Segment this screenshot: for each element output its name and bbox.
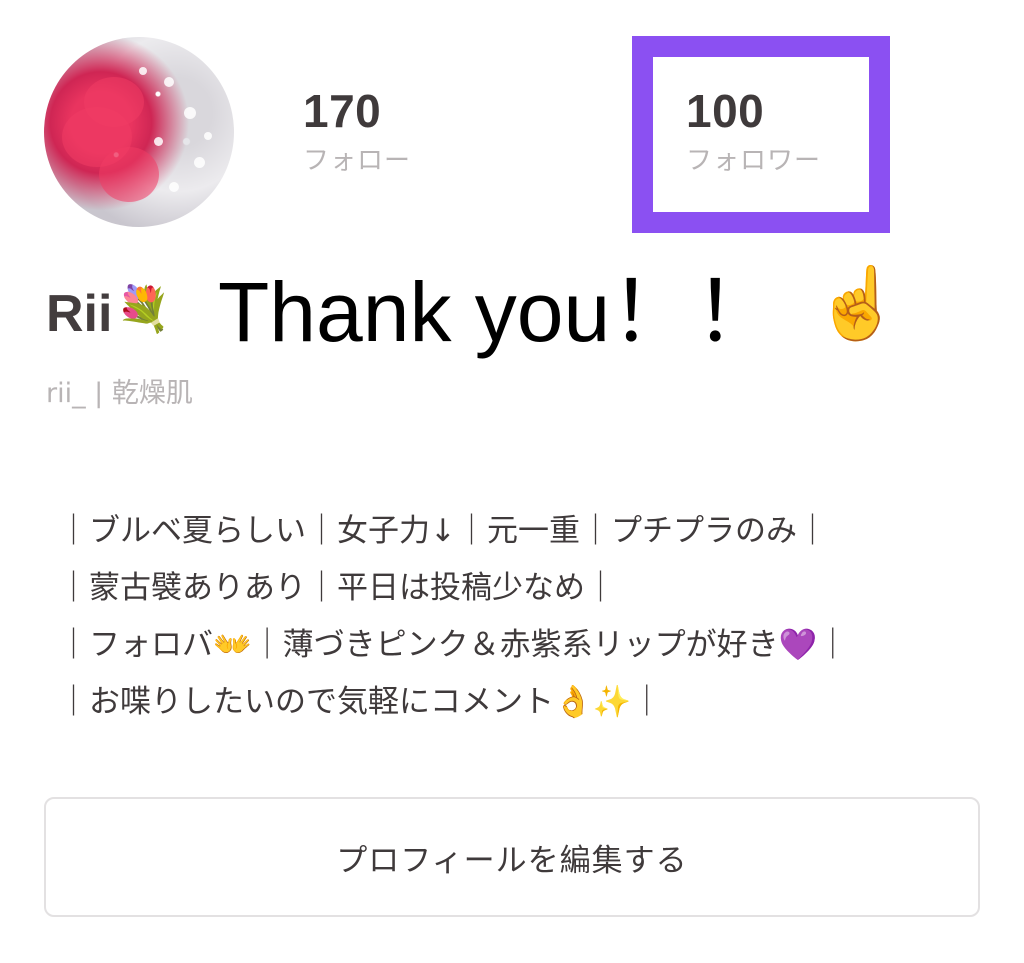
thank-you-overlay-text: Thank you！！ bbox=[218, 265, 779, 359]
display-name: Rii bbox=[46, 285, 113, 343]
followers-highlight-box bbox=[632, 36, 890, 233]
bio-line: ｜お喋りしたいので気軽にコメント👌✨｜ bbox=[58, 684, 663, 720]
bio-line: ｜ブルベ夏らしい｜女子力↓｜元一重｜プチプラのみ｜ bbox=[58, 513, 828, 549]
pointing-up-emoji-icon: ☝️ bbox=[814, 262, 902, 344]
bio: ｜ブルベ夏らしい｜女子力↓｜元一重｜プチプラのみ｜ ｜蒙古襞ありあり｜平日は投稿… bbox=[58, 503, 988, 731]
bio-line: ｜フォロバ👐｜薄づきピンク＆赤紫系リップが好き💜｜ bbox=[58, 627, 849, 663]
following-label: フォロー bbox=[303, 146, 412, 176]
edit-profile-button[interactable]: プロフィールを編集する bbox=[44, 797, 980, 917]
following-count: 170 bbox=[303, 85, 382, 137]
following-stat[interactable]: 170 フォロー bbox=[303, 88, 503, 174]
bouquet-emoji-icon: 💐 bbox=[116, 284, 171, 335]
username-handle: rii_ | 乾燥肌 bbox=[46, 378, 193, 409]
name-row: Rii 💐 Thank you！！ ☝️ bbox=[46, 262, 1006, 362]
bio-line: ｜蒙古襞ありあり｜平日は投稿少なめ｜ bbox=[58, 570, 616, 606]
avatar[interactable] bbox=[44, 37, 234, 227]
